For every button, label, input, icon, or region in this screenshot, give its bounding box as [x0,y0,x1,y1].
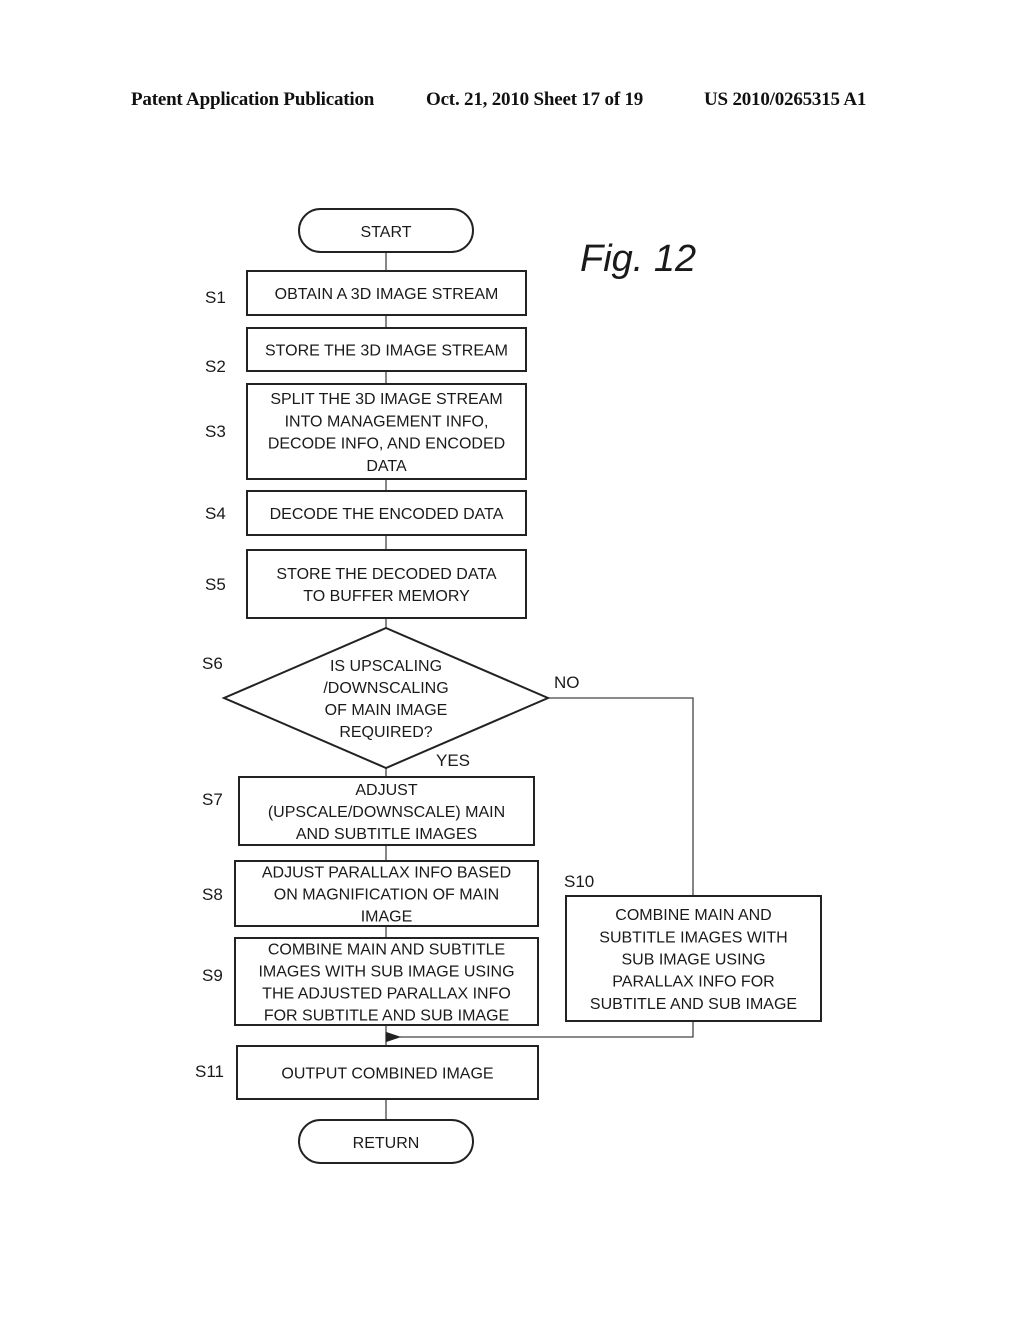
step-text-line: FOR SUBTITLE AND SUB IMAGE [264,1008,509,1025]
step-text-line: STORE THE 3D IMAGE STREAM [265,343,508,360]
step-id-label: S9 [202,966,223,985]
step-id-label: S1 [205,288,226,307]
step-text-line: PARALLAX INFO FOR [612,974,774,991]
step-text-line: OF MAIN IMAGE [325,702,448,719]
step-text-line: SUBTITLE IMAGES WITH [599,929,787,946]
step-text-line: ADJUST PARALLAX INFO BASED [262,865,511,882]
step-text-line: IS UPSCALING [330,658,442,675]
step-s6-decision: S6 IS UPSCALING/DOWNSCALING OF MAIN IMAGE R… [202,626,551,770]
step-s2-box: S2 STORE THE 3D IMAGE STREAM [205,327,527,376]
step-id-label: S8 [202,885,223,904]
return-label: RETURN [353,1135,420,1152]
start-terminator: START [298,208,474,253]
step-s7-box: S7 ADJUST (UPSCALE/DOWNSCALE) MAIN AND SUBT… [202,776,535,846]
step-text-line: IMAGE [361,909,413,926]
step-text-line: /DOWNSCALING [323,680,448,697]
step-text-line: IMAGES WITH SUB IMAGE USING [258,964,514,981]
step-text-line: REQUIRED? [339,724,432,741]
step-text-line: OBTAIN A 3D IMAGE STREAM [275,286,499,303]
step-text-line: OUTPUT COMBINED IMAGE [281,1066,493,1083]
step-id-label: S11 [195,1062,224,1081]
step-s9-box: S9 COMBINE MAIN AND SUBTITLE IMAGES WITH S… [202,937,539,1026]
step-text-line: TO BUFFER MEMORY [303,588,470,605]
step-id-label: S7 [202,790,223,809]
step-text-line: DECODE THE ENCODED DATA [270,506,504,523]
figure-label: Fig. 12 [580,238,696,280]
decision-yes-label: YES [436,751,470,770]
step-text-line: (UPSCALE/DOWNSCALE) MAIN [268,804,505,821]
flowchart: Fig. 12 START S1 OBTAIN A 3D IMAGE STREAM… [195,208,822,1164]
step-id-label: S3 [205,422,226,441]
step-id-label: S2 [205,357,226,376]
step-text-line: DATA [366,458,407,475]
step-s4-box: S4 DECODE THE ENCODED DATA [205,490,527,536]
step-text-line: AND SUBTITLE IMAGES [296,826,477,843]
step-id-label: S4 [205,504,226,523]
step-text-line: COMBINE MAIN AND [615,907,771,924]
step-id-label: S10 [564,872,594,891]
step-text-line: ON MAGNIFICATION OF MAIN [274,887,499,904]
step-text-line: INTO MANAGEMENT INFO, [285,413,489,430]
step-text-line: SPLIT THE 3D IMAGE STREAM [270,391,502,408]
start-label: START [361,224,412,241]
process-box [246,549,527,619]
decision-diamond [221,626,551,770]
return-terminator: RETURN [298,1119,474,1164]
step-id-label: S6 [202,654,223,673]
step-text-line: THE ADJUSTED PARALLAX INFO [262,986,511,1003]
step-s8-box: S8 ADJUST PARALLAX INFO BASED ON MAGNIFICA… [202,860,539,927]
step-text-line: ADJUST [355,782,417,799]
step-s3-box: S3 SPLIT THE 3D IMAGE STREAM INTO MANAGEME… [205,383,527,480]
step-text-line: STORE THE DECODED DATA [276,566,497,583]
step-text-line: DECODE INFO, AND ENCODED [268,436,505,453]
step-s11-box: S11 OUTPUT COMBINED IMAGE [195,1045,539,1100]
step-text-line: COMBINE MAIN AND SUBTITLE [268,942,505,959]
step-s1-box: S1 OBTAIN A 3D IMAGE STREAM [205,270,527,316]
step-id-label: S5 [205,575,226,594]
connector-no-branch [548,697,694,896]
step-text-line: SUB IMAGE USING [621,952,765,969]
step-text-line: SUBTITLE AND SUB IMAGE [590,996,797,1013]
decision-no-label: NO [554,673,580,692]
step-s5-box: S5 STORE THE DECODED DATA TO BUFFER MEMORY [205,549,527,619]
